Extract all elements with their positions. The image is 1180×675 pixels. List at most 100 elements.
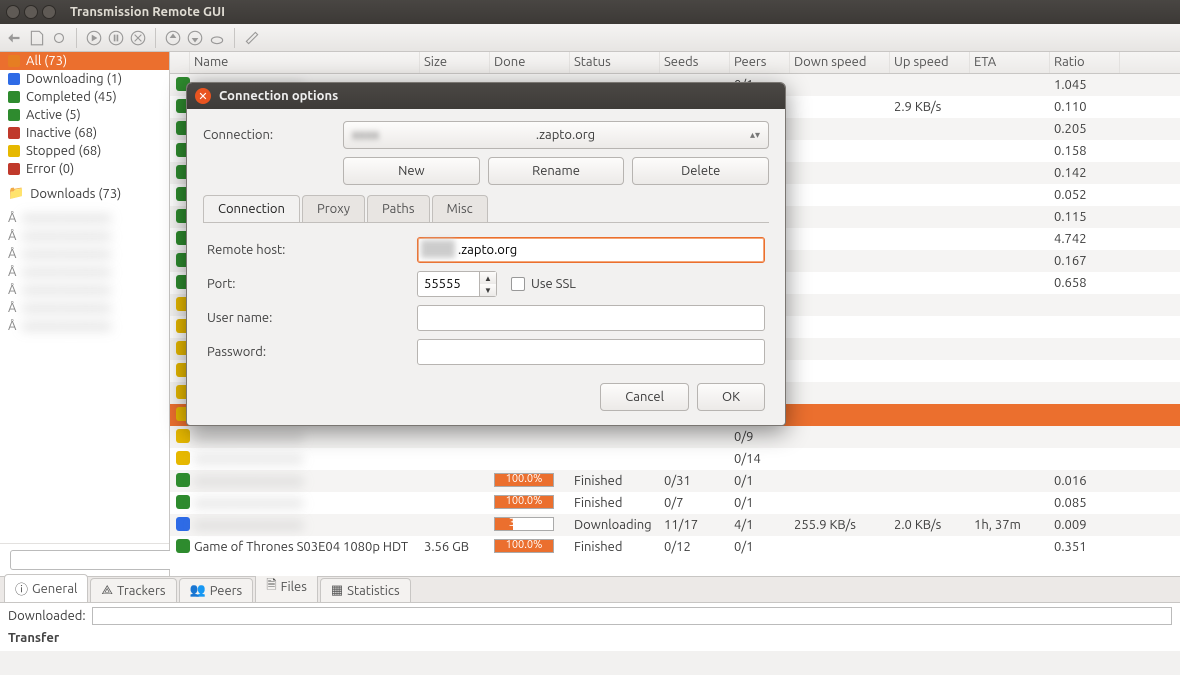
tracker-icon: Å <box>8 229 16 243</box>
table-row[interactable]: xxxxxxxxxxxxxxxx 100.0% Finished 0/7 0/1… <box>170 492 1180 514</box>
turtle-icon[interactable] <box>208 29 226 47</box>
tab-icon: 🗎 <box>266 576 276 598</box>
use-ssl-label: Use SSL <box>531 277 576 291</box>
dialog-tab-proxy[interactable]: Proxy <box>302 195 365 222</box>
pause-icon[interactable] <box>107 29 125 47</box>
sidebar-filter-1[interactable]: Downloading (1) <box>0 70 169 88</box>
column-header[interactable]: Ratio <box>1050 52 1120 73</box>
grid-header: NameSizeDoneStatusSeedsPeersDown speedUp… <box>170 52 1180 74</box>
rename-button[interactable]: Rename <box>488 157 625 185</box>
dialog-close-button[interactable]: ✕ <box>195 88 211 104</box>
sidebar-filter-4[interactable]: Inactive (68) <box>0 124 169 142</box>
connection-label: Connection: <box>203 128 343 142</box>
move-down-icon[interactable] <box>186 29 204 47</box>
table-row[interactable]: xxxxxxxxxxxxxxxx 0/9 <box>170 426 1180 448</box>
sidebar-tracker[interactable]: Åxxxxxxxxxxxxx <box>0 299 169 317</box>
tracker-icon: Å <box>8 301 16 315</box>
password-input[interactable] <box>417 339 765 365</box>
username-label: User name: <box>207 311 417 325</box>
dialog-tab-misc[interactable]: Misc <box>432 195 488 222</box>
filter-icon <box>8 127 20 139</box>
column-header[interactable]: Down speed <box>790 52 890 73</box>
sidebar-filter-6[interactable]: Error (0) <box>0 160 169 178</box>
filter-label: Downloading (1) <box>26 72 122 86</box>
table-row[interactable]: xxxxxxxxxxxxxxxx 100.0% Finished 0/31 0/… <box>170 470 1180 492</box>
downloaded-label: Downloaded: <box>8 609 86 623</box>
table-row[interactable]: Game of Thrones S03E04 1080p HDT 3.56 GB… <box>170 536 1180 558</box>
settings-icon[interactable] <box>243 29 261 47</box>
filter-icon <box>8 55 20 67</box>
search-input[interactable] <box>10 550 191 570</box>
folder-icon: 📁 <box>8 186 24 201</box>
dialog-tabs: ConnectionProxyPathsMisc <box>203 195 769 223</box>
remote-host-input[interactable] <box>417 237 765 263</box>
port-input[interactable] <box>417 271 479 297</box>
ok-button[interactable]: OK <box>697 383 765 411</box>
use-ssl-checkbox[interactable]: Use SSL <box>511 277 576 291</box>
new-button[interactable]: New <box>343 157 480 185</box>
column-header[interactable]: Name <box>190 52 420 73</box>
move-up-icon[interactable] <box>164 29 182 47</box>
sidebar-tracker[interactable]: Åxxxxxxxxxxxxx <box>0 245 169 263</box>
username-input[interactable] <box>417 305 765 331</box>
cancel-button[interactable]: Cancel <box>600 383 689 411</box>
column-header[interactable]: Up speed <box>890 52 970 73</box>
add-link-icon[interactable] <box>50 29 68 47</box>
remove-icon[interactable] <box>129 29 147 47</box>
column-header[interactable]: Done <box>490 52 570 73</box>
column-header[interactable]: Status <box>570 52 660 73</box>
column-header[interactable]: Peers <box>730 52 790 73</box>
sidebar-tracker[interactable]: Åxxxxxxxxxxxxx <box>0 227 169 245</box>
connection-options-dialog: ✕ Connection options Connection: xxxx.za… <box>186 82 786 426</box>
column-header[interactable]: Seeds <box>660 52 730 73</box>
sidebar-tracker[interactable]: Åxxxxxxxxxxxxx <box>0 281 169 299</box>
start-icon[interactable] <box>85 29 103 47</box>
bottom-tab-general[interactable]: ⓘGeneral <box>4 574 88 602</box>
sidebar-filter-0[interactable]: All (73) <box>0 52 169 70</box>
tracker-icon: Å <box>8 265 16 279</box>
connection-select[interactable]: xxxx.zapto.org ▴▾ <box>343 121 769 149</box>
connect-icon[interactable] <box>6 29 24 47</box>
add-torrent-icon[interactable] <box>28 29 46 47</box>
column-header[interactable]: ETA <box>970 52 1050 73</box>
sidebar-filter-2[interactable]: Completed (45) <box>0 88 169 106</box>
dialog-tab-paths[interactable]: Paths <box>367 195 430 222</box>
bottom-tab-statistics[interactable]: ▦Statistics <box>320 578 411 602</box>
dialog-titlebar: ✕ Connection options <box>187 83 785 109</box>
port-up-icon[interactable]: ▲ <box>480 272 496 284</box>
delete-button[interactable]: Delete <box>632 157 769 185</box>
port-down-icon[interactable]: ▼ <box>480 284 496 296</box>
sidebar-tracker[interactable]: Åxxxxxxxxxxxxx <box>0 317 169 335</box>
sidebar-filter-3[interactable]: Active (5) <box>0 106 169 124</box>
filter-label: Inactive (68) <box>26 126 97 140</box>
filter-icon <box>8 109 20 121</box>
table-row[interactable]: xxxxxxxxxxxxxxxx 0/14 <box>170 448 1180 470</box>
filter-icon <box>8 91 20 103</box>
table-row[interactable]: xxxxxxxxxxxxxxxx 31.5% Downloading 11/17… <box>170 514 1180 536</box>
window-minimize-button[interactable] <box>24 5 38 19</box>
sidebar-folder-0[interactable]: 📁 Downloads (73) <box>0 184 169 203</box>
dialog-title: Connection options <box>219 89 338 103</box>
window-maximize-button[interactable] <box>42 5 56 19</box>
remote-host-label: Remote host: <box>207 243 417 257</box>
filter-icon <box>8 163 20 175</box>
filter-label: Completed (45) <box>26 90 117 104</box>
sidebar-filter-5[interactable]: Stopped (68) <box>0 142 169 160</box>
column-header[interactable] <box>170 52 190 73</box>
bottom-tab-trackers[interactable]: ⟁Trackers <box>90 578 176 602</box>
tracker-icon: Å <box>8 283 16 297</box>
downloaded-value <box>92 607 1172 625</box>
filter-icon <box>8 73 20 85</box>
bottom-tab-peers[interactable]: 👥Peers <box>179 578 254 602</box>
filter-label: Active (5) <box>26 108 81 122</box>
port-stepper[interactable]: ▲▼ <box>417 271 497 297</box>
sidebar-tracker[interactable]: Åxxxxxxxxxxxxx <box>0 209 169 227</box>
window-titlebar: Transmission Remote GUI <box>0 0 1180 24</box>
password-label: Password: <box>207 345 417 359</box>
folder-label: Downloads (73) <box>30 187 121 201</box>
sidebar-tracker[interactable]: Åxxxxxxxxxxxxx <box>0 263 169 281</box>
window-close-button[interactable] <box>6 5 20 19</box>
dialog-tab-connection[interactable]: Connection <box>203 195 300 222</box>
tab-icon: ▦ <box>331 583 343 598</box>
column-header[interactable]: Size <box>420 52 490 73</box>
